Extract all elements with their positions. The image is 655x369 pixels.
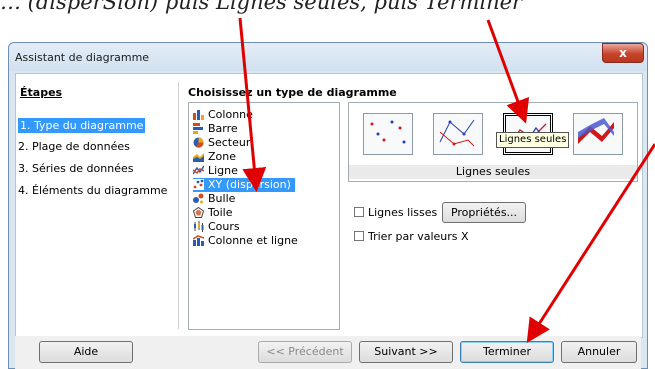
arrow-to-finish xyxy=(526,143,655,344)
arrow-to-lines-only xyxy=(486,19,530,124)
annotation-arrows xyxy=(238,17,655,344)
arrow-to-xy-type xyxy=(238,17,267,192)
